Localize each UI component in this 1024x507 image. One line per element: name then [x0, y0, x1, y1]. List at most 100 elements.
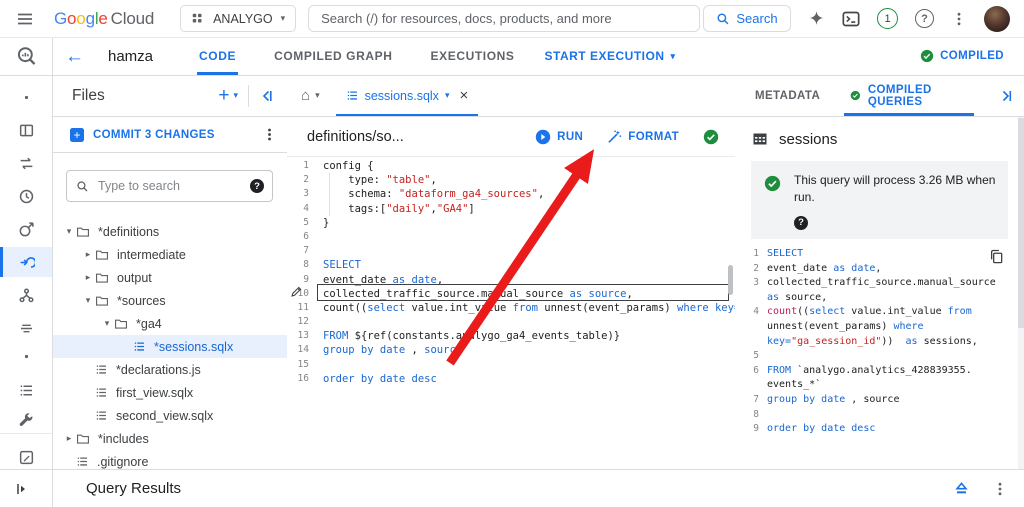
folder-icon [95, 271, 109, 285]
start-execution-button[interactable]: START EXECUTION ▾ [545, 49, 676, 63]
commit-changes-button[interactable]: COMMIT 3 CHANGES [93, 129, 215, 141]
run-button[interactable]: RUN [535, 129, 583, 145]
code-line: 9event_date as date, [287, 273, 735, 287]
tree-item-output[interactable]: ▸output [52, 266, 287, 289]
help-icon[interactable]: ? [794, 216, 808, 230]
tree-item-intermediate[interactable]: ▸intermediate [52, 243, 287, 266]
tree-item-second-view-sqlx[interactable]: second_view.sqlx [52, 404, 287, 427]
indent-guide [329, 173, 330, 216]
code-line: 6FROM `analygo.analytics_428839355. [745, 364, 1014, 379]
back-button[interactable]: ← [65, 47, 84, 66]
open-panel-icon[interactable] [14, 481, 30, 497]
chevron-closed-icon[interactable]: ▸ [81, 249, 95, 260]
project-selector[interactable]: ANALYGO ▾ [180, 5, 296, 32]
code-editor[interactable]: 1config {2 type: "table",3 schema: "data… [287, 156, 735, 470]
tree-item-ga4[interactable]: ▾ *ga4 [52, 312, 287, 335]
editor-scrollbar[interactable] [728, 265, 733, 295]
lineage-icon[interactable] [0, 280, 52, 310]
help-icon[interactable]: ? [250, 179, 264, 193]
table-icon [752, 131, 768, 147]
folder-icon [95, 248, 109, 262]
search-button[interactable]: Search [703, 5, 791, 32]
close-icon[interactable]: × [459, 87, 468, 104]
format-button[interactable]: FORMAT [607, 129, 679, 144]
code-line: 14group by date , source [287, 343, 735, 357]
more-vertical-icon[interactable] [951, 11, 967, 27]
files-panel-title: Files [72, 87, 105, 105]
dot-2-icon[interactable] [0, 341, 52, 371]
expand-panel-icon[interactable] [953, 480, 970, 497]
admin-tools-icon[interactable] [0, 405, 52, 435]
repository-title: hamza [108, 48, 153, 65]
compiled-status-badge: COMPILED [920, 49, 1004, 63]
gemini-icon[interactable] [808, 10, 825, 27]
breadcrumb: definitions/so... [307, 129, 404, 145]
tab-metadata[interactable]: METADATA [755, 75, 820, 116]
dataform-icon[interactable] [0, 247, 52, 277]
tree-item-label: .gitignore [97, 455, 148, 469]
file-search-input[interactable] [96, 178, 243, 194]
search-icon [716, 12, 730, 26]
file-icon [133, 340, 146, 353]
cloud-shell-icon[interactable] [842, 10, 860, 28]
avatar[interactable] [984, 6, 1010, 32]
chevron-open-icon[interactable]: ▾ [100, 318, 114, 329]
tab-compiled-graph[interactable]: COMPILED GRAPH [274, 37, 392, 75]
tree-item-definitions[interactable]: ▾*definitions [52, 220, 287, 243]
tree-item-declarations-js[interactable]: *declarations.js [52, 358, 287, 381]
chevron-open-icon[interactable]: ▾ [62, 226, 76, 237]
home-tab[interactable]: ⌂ ▾ [301, 87, 320, 104]
code-line: 12 [287, 315, 735, 329]
code-line: 11count((select value.int_value from unn… [287, 301, 735, 315]
tree-item-label: *ga4 [136, 317, 162, 331]
code-line: 6 [287, 230, 735, 244]
add-file-button[interactable]: +▾ [218, 86, 238, 105]
code-line: 15 [287, 358, 735, 372]
dashboard-icon[interactable] [0, 115, 52, 145]
tree-item-label: *declarations.js [116, 363, 201, 377]
code-line: 4 tags:["daily","GA4"] [287, 202, 735, 216]
dataform-logo[interactable] [0, 37, 53, 75]
tree-item-includes[interactable]: ▸*includes [52, 427, 287, 450]
code-line: 9order by date desc [745, 422, 1014, 437]
file-icon [95, 386, 108, 399]
edit-pencil-icon[interactable] [290, 285, 303, 298]
tree-item-sources[interactable]: ▾*sources [52, 289, 287, 312]
history-icon[interactable] [0, 181, 52, 211]
details-panel: METADATACOMPILED QUERIES sessions This q… [735, 75, 1024, 470]
more-vertical-icon[interactable] [262, 127, 277, 142]
tree-item-label: *sessions.sqlx [154, 340, 233, 354]
chevron-down-icon: ▾ [281, 13, 286, 24]
copy-icon[interactable] [989, 249, 1004, 264]
editor-tab-sessions[interactable]: sessions.sqlx ▾ × [336, 75, 479, 116]
compose-query-icon[interactable] [0, 442, 52, 472]
tab-executions[interactable]: EXECUTIONS [431, 37, 515, 75]
expand-panel-icon[interactable] [998, 75, 1014, 116]
global-search-input[interactable] [308, 5, 700, 32]
collapse-panel-icon[interactable] [259, 88, 275, 104]
code-line: 8SELECT [287, 258, 735, 272]
code-line: unnest(event_params) where [745, 320, 1014, 335]
sort-list-icon[interactable] [0, 313, 52, 343]
tab-code[interactable]: CODE [199, 37, 236, 75]
task-list-icon[interactable] [0, 375, 52, 405]
tree-item-sessions-sqlx[interactable]: *sessions.sqlx [52, 335, 287, 358]
tab-compiled-queries[interactable]: COMPILED QUERIES [850, 75, 968, 116]
home-icon: ⌂ [301, 87, 310, 104]
tree-item-first-view-sqlx[interactable]: first_view.sqlx [52, 381, 287, 404]
analytics-hub-icon[interactable] [0, 214, 52, 244]
chevron-open-icon[interactable]: ▾ [81, 295, 95, 306]
dot-1-icon[interactable] [0, 82, 52, 112]
code-line: 13FROM ${ref(constants.analygo_ga4_event… [287, 329, 735, 343]
chevron-closed-icon[interactable]: ▸ [62, 433, 76, 444]
panel-scrollbar-thumb[interactable] [1018, 118, 1024, 328]
data-transfers-icon[interactable] [0, 148, 52, 178]
chevron-closed-icon[interactable]: ▸ [81, 272, 95, 283]
code-line: 1SELECT [745, 247, 1014, 262]
more-vertical-icon[interactable] [992, 481, 1008, 497]
notification-badge[interactable]: 1 [877, 8, 898, 29]
compiled-object-title: sessions [779, 131, 837, 148]
help-icon[interactable]: ? [915, 9, 934, 28]
hamburger-menu-icon[interactable] [16, 10, 34, 28]
code-line: 1config { [287, 159, 735, 173]
